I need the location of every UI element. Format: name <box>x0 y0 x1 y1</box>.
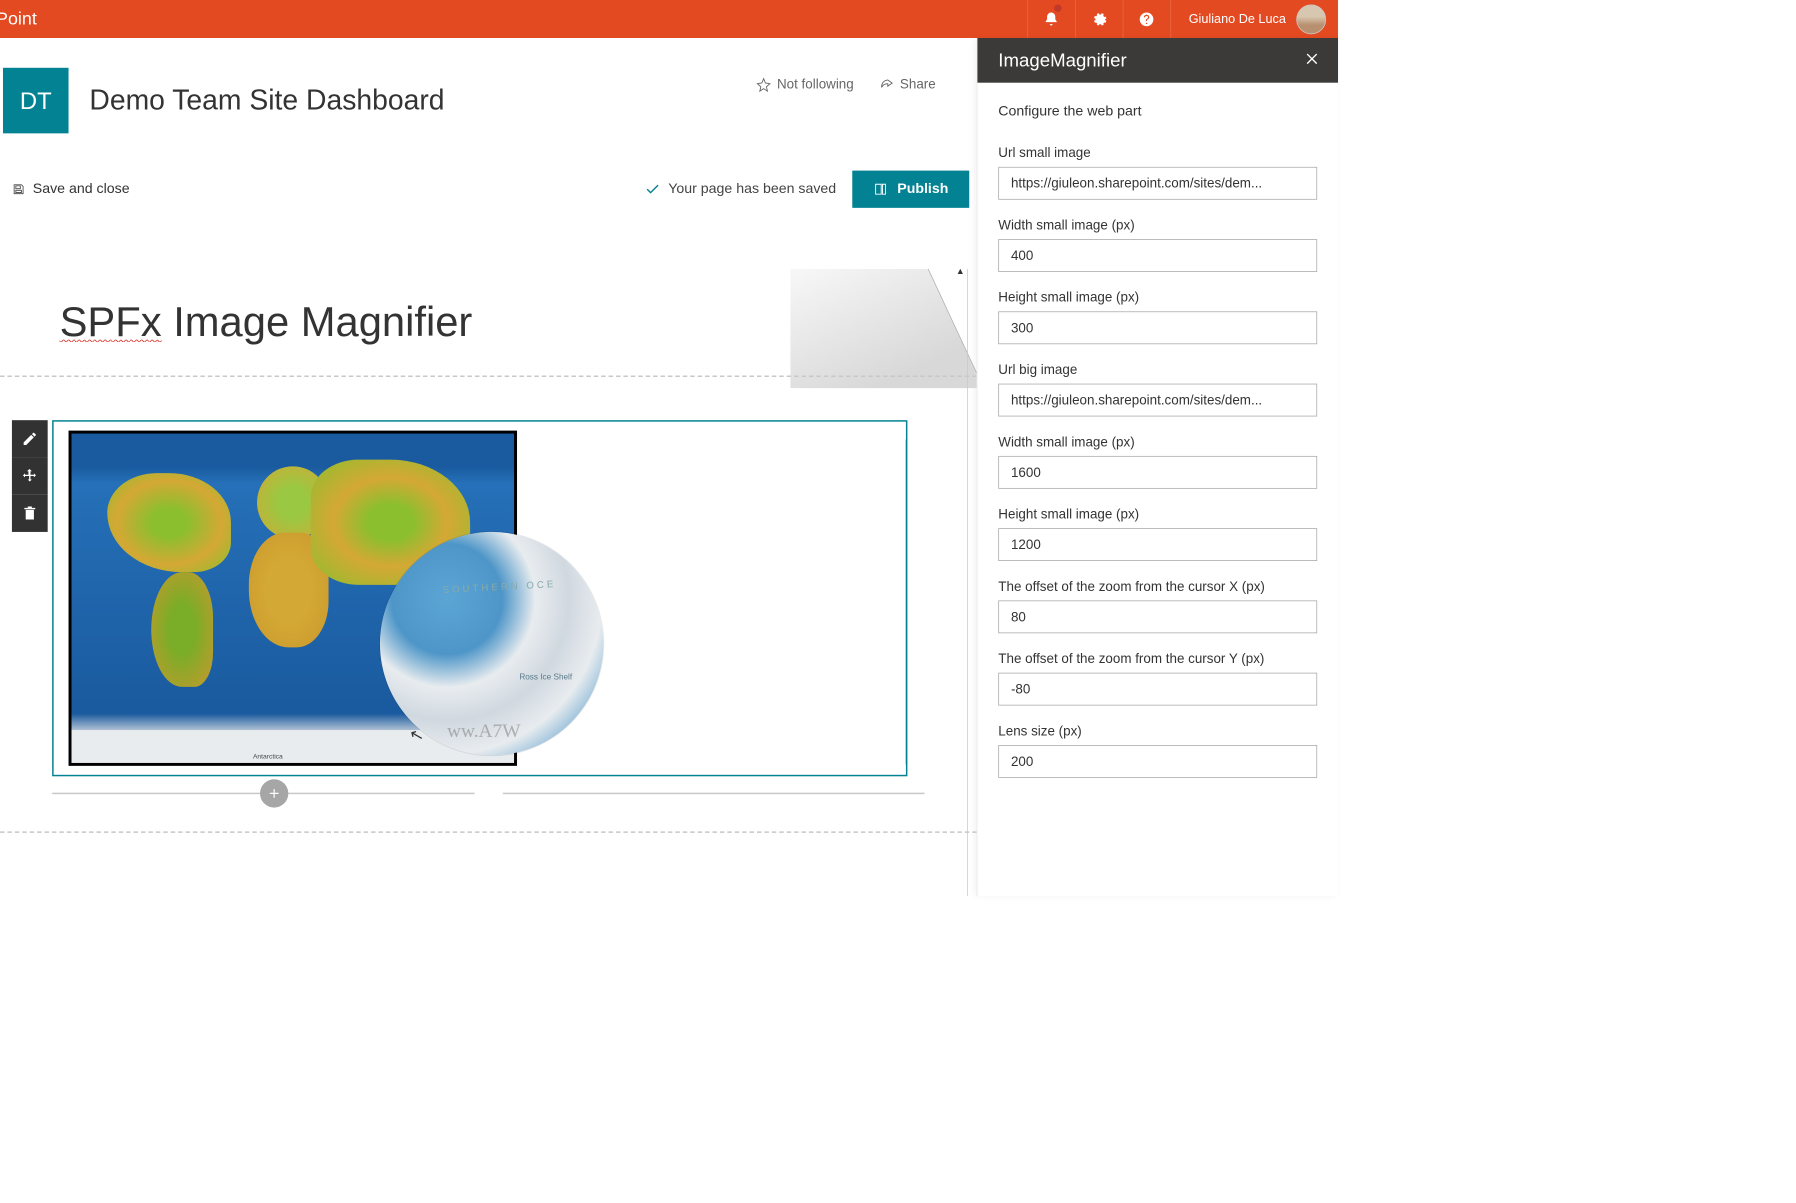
webpart-inner-divider <box>642 440 906 765</box>
height-small-input[interactable] <box>998 311 1317 344</box>
map-antarctica-label: Antarctica <box>253 752 283 759</box>
check-icon <box>644 181 660 197</box>
gear-icon <box>1091 11 1107 27</box>
saved-text: Your page has been saved <box>668 181 836 197</box>
help-button[interactable] <box>1122 0 1170 38</box>
app-name: arePoint <box>0 9 37 30</box>
url-big-label: Url big image <box>998 362 1317 378</box>
suite-bar: arePoint Giuliano De Luca <box>0 0 1338 38</box>
user-name: Giuliano De Luca <box>1189 12 1286 27</box>
follow-label: Not following <box>777 77 854 93</box>
panel-close-button[interactable] <box>1304 50 1320 70</box>
saved-status: Your page has been saved <box>644 181 836 197</box>
notifications-button[interactable] <box>1027 0 1075 38</box>
share-label: Share <box>900 77 936 93</box>
save-close-label: Save and close <box>33 181 130 197</box>
lens-size-label: Lens size (px) <box>998 723 1317 739</box>
panel-title: ImageMagnifier <box>998 50 1126 72</box>
width-big-label: Width small image (px) <box>998 434 1317 450</box>
offset-y-label: The offset of the zoom from the cursor Y… <box>998 651 1317 667</box>
avatar <box>1296 4 1326 34</box>
plus-icon <box>266 786 281 801</box>
bell-icon <box>1043 11 1059 27</box>
publish-icon <box>873 182 888 197</box>
question-icon <box>1138 11 1154 27</box>
edit-webpart-button[interactable] <box>12 420 48 457</box>
width-small-input[interactable] <box>998 239 1317 272</box>
pencil-icon <box>22 431 38 447</box>
webpart-toolbar <box>12 420 48 532</box>
publish-label: Publish <box>897 181 948 197</box>
property-panel: ImageMagnifier Configure the web part Ur… <box>977 38 1338 896</box>
width-small-label: Width small image (px) <box>998 218 1317 234</box>
width-big-input[interactable] <box>998 456 1317 489</box>
delete-webpart-button[interactable] <box>12 495 48 532</box>
lens-size-input[interactable] <box>998 745 1317 778</box>
save-icon <box>12 183 25 196</box>
share-icon <box>879 77 894 92</box>
add-section-divider <box>52 781 924 806</box>
section-divider-bottom <box>0 831 977 832</box>
lens-ocean-label: SOUTHERN OCE <box>442 578 556 595</box>
offset-x-input[interactable] <box>998 600 1317 633</box>
offset-y-input[interactable] <box>998 673 1317 706</box>
webpart-frame[interactable]: Antarctica SOUTHERN OCE Ross Ice Shelf w… <box>52 420 907 776</box>
url-small-label: Url small image <box>998 145 1317 161</box>
notification-badge <box>1054 4 1061 11</box>
star-icon <box>756 77 771 92</box>
save-and-close-button[interactable]: Save and close <box>12 181 130 197</box>
site-title: Demo Team Site Dashboard <box>89 85 444 117</box>
panel-description: Configure the web part <box>998 104 1317 120</box>
publish-button[interactable]: Publish <box>853 171 970 208</box>
title-rest: Image Magnifier <box>162 298 473 345</box>
page-title[interactable]: SPFx Image Magnifier <box>0 297 977 345</box>
trash-icon <box>22 505 38 521</box>
title-prefix: SPFx <box>60 298 162 345</box>
offset-x-label: The offset of the zoom from the cursor X… <box>998 579 1317 595</box>
url-small-input[interactable] <box>998 167 1317 200</box>
lens-shelf-label: Ross Ice Shelf <box>519 673 572 682</box>
lens-watermark: ww.A7W <box>447 720 521 742</box>
close-icon <box>1304 50 1320 66</box>
share-button[interactable]: Share <box>879 77 936 93</box>
user-menu[interactable]: Giuliano De Luca <box>1170 0 1338 38</box>
height-big-label: Height small image (px) <box>998 507 1317 523</box>
follow-button[interactable]: Not following <box>756 77 854 93</box>
settings-button[interactable] <box>1075 0 1123 38</box>
height-small-label: Height small image (px) <box>998 290 1317 306</box>
panel-header: ImageMagnifier <box>977 38 1338 83</box>
magnifier-lens: SOUTHERN OCE Ross Ice Shelf ww.A7W <box>380 532 604 756</box>
url-big-input[interactable] <box>998 384 1317 417</box>
section-divider <box>0 375 977 376</box>
move-webpart-button[interactable] <box>12 457 48 494</box>
move-icon <box>22 468 38 484</box>
site-icon: DT <box>3 68 69 134</box>
add-webpart-button[interactable] <box>260 779 288 807</box>
page-content: DT Demo Team Site Dashboard Not followin… <box>0 38 977 896</box>
height-big-input[interactable] <box>998 528 1317 561</box>
command-bar: Save and close Your page has been saved … <box>0 171 977 208</box>
